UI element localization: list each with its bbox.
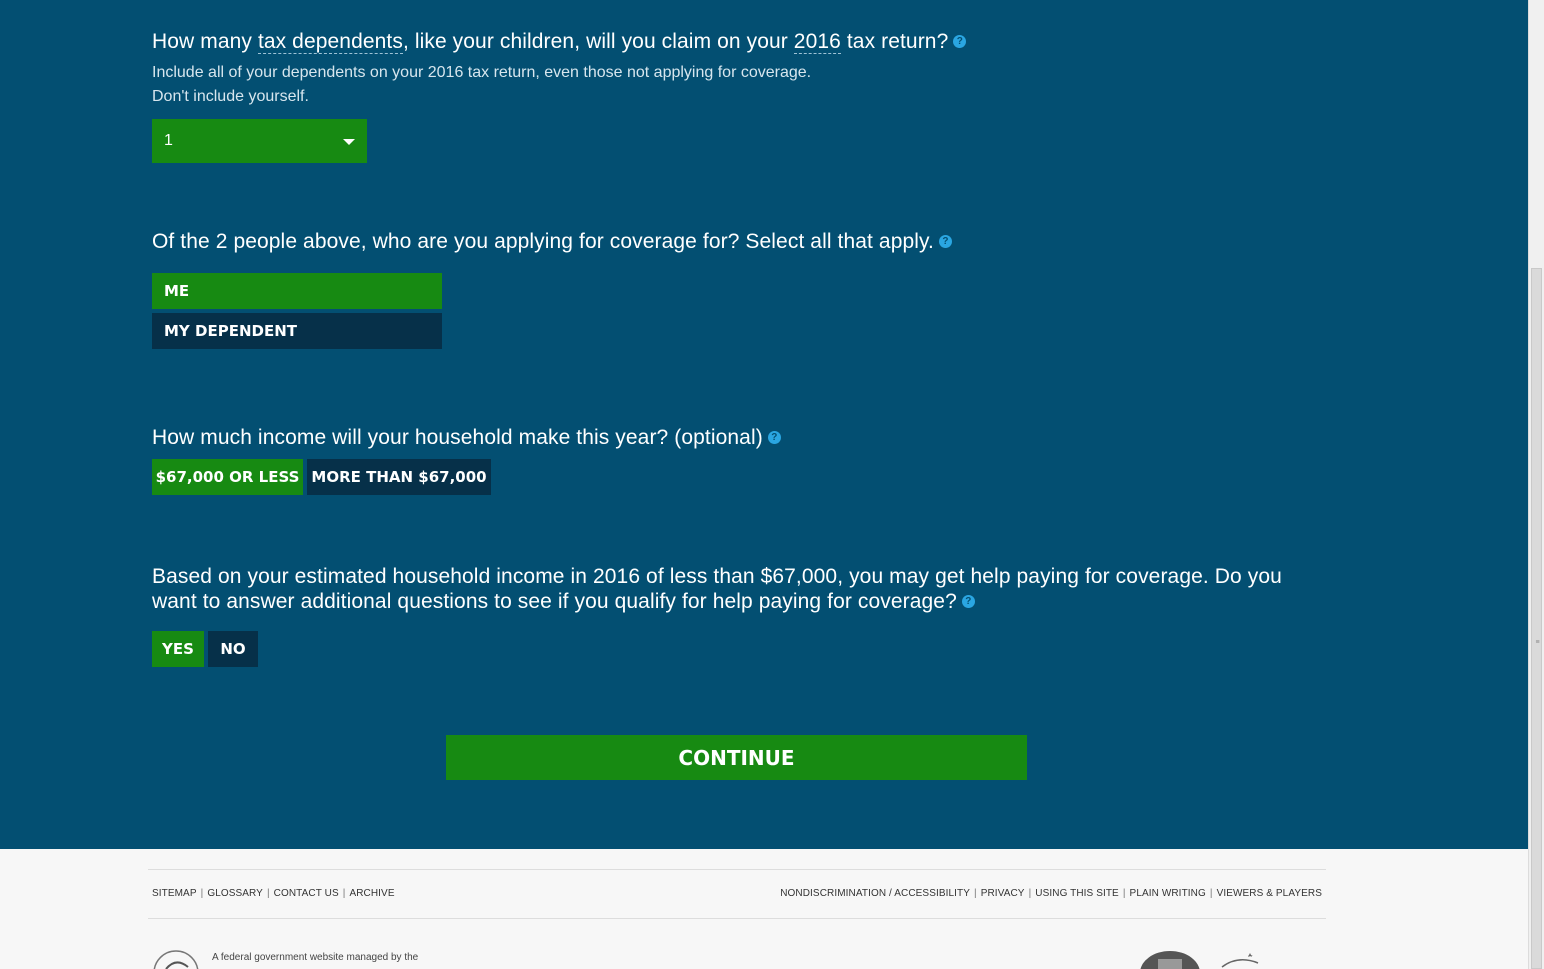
footer-link-sitemap[interactable]: SITEMAP bbox=[152, 888, 197, 899]
footer-divider bbox=[148, 918, 1326, 919]
footer-left-links: SITEMAP | GLOSSARY | CONTACT US | ARCHIVE bbox=[152, 888, 395, 899]
scrollbar-thumb[interactable]: ≡ bbox=[1531, 268, 1542, 969]
separator: | bbox=[1209, 888, 1213, 899]
glossary-term-tax-dependents[interactable]: tax dependents bbox=[257, 30, 403, 54]
separator: | bbox=[342, 888, 346, 899]
question-text: Of the 2 people above, who are you apply… bbox=[152, 230, 934, 253]
hhs-seal-icon bbox=[153, 950, 199, 969]
usa-gov-logo-icon bbox=[1221, 953, 1259, 968]
no-button[interactable]: NO bbox=[208, 631, 258, 667]
income-67000-or-less-button[interactable]: $67,000 OR LESS bbox=[152, 459, 303, 495]
glossary-term-2016[interactable]: 2016 bbox=[793, 30, 841, 54]
question-text: How many bbox=[152, 30, 258, 53]
question-text: tax return? bbox=[840, 30, 949, 53]
separator: | bbox=[266, 888, 270, 899]
question-text-line2: want to answer additional questions to s… bbox=[152, 590, 957, 613]
dependents-count-select[interactable]: 1 bbox=[152, 119, 367, 163]
separator: | bbox=[200, 888, 204, 899]
footer-link-nondiscrimination[interactable]: NONDISCRIMINATION / ACCESSIBILITY bbox=[780, 888, 970, 899]
help-icon[interactable]: ? bbox=[961, 594, 975, 608]
separator: | bbox=[1028, 888, 1032, 899]
question-text: , like your children, will you claim on … bbox=[402, 30, 794, 53]
question-text-line1: Based on your estimated household income… bbox=[152, 565, 1282, 588]
continue-button[interactable]: CONTINUE bbox=[446, 735, 1027, 780]
footer-link-glossary[interactable]: GLOSSARY bbox=[207, 888, 263, 899]
footer-link-using-this-site[interactable]: USING THIS SITE bbox=[1035, 888, 1119, 899]
main-form-area: How many tax dependents, like your child… bbox=[0, 0, 1528, 849]
footer-managed-by-text: A federal government website managed by … bbox=[212, 952, 419, 963]
footer-right-links: NONDISCRIMINATION / ACCESSIBILITY | PRIVAC… bbox=[780, 888, 1322, 899]
vertical-scrollbar[interactable]: ≡ bbox=[1528, 0, 1544, 969]
footer-link-plain-writing[interactable]: PLAIN WRITING bbox=[1130, 888, 1206, 899]
scroll-grip-icon: ≡ bbox=[1535, 639, 1540, 646]
option-my-dependent-button[interactable]: MY DEPENDENT bbox=[152, 313, 442, 349]
question-tax-dependents: How many tax dependents, like your child… bbox=[152, 29, 967, 54]
option-me-button[interactable]: ME bbox=[152, 273, 442, 309]
footer-divider bbox=[148, 869, 1326, 870]
separator: | bbox=[974, 888, 977, 899]
footer-link-contact-us[interactable]: CONTACT US bbox=[274, 888, 339, 899]
help-icon[interactable]: ? bbox=[953, 34, 967, 48]
caret-down-icon bbox=[343, 139, 355, 145]
question-applying-for: Of the 2 people above, who are you apply… bbox=[152, 229, 952, 254]
question-household-income: How much income will your household make… bbox=[152, 425, 781, 450]
question-text: How much income will your household make… bbox=[152, 426, 763, 449]
yes-button[interactable]: YES bbox=[152, 631, 204, 667]
income-more-than-67000-button[interactable]: MORE THAN $67,000 bbox=[307, 459, 491, 495]
footer-link-privacy[interactable]: PRIVACY bbox=[981, 888, 1025, 899]
hint-exclude-yourself: Don't include yourself. bbox=[152, 88, 309, 105]
help-icon[interactable]: ? bbox=[939, 234, 952, 248]
question-help-paying: Based on your estimated household income… bbox=[152, 564, 1282, 614]
footer-link-archive[interactable]: ARCHIVE bbox=[349, 888, 394, 899]
footer-link-viewers-players[interactable]: VIEWERS & PLAYERS bbox=[1217, 888, 1322, 899]
white-house-logo-icon bbox=[1140, 951, 1200, 969]
separator: | bbox=[1122, 888, 1126, 899]
help-icon[interactable]: ? bbox=[767, 430, 781, 444]
select-value: 1 bbox=[164, 132, 173, 149]
hint-include-dependents: Include all of your dependents on your 2… bbox=[152, 64, 812, 81]
